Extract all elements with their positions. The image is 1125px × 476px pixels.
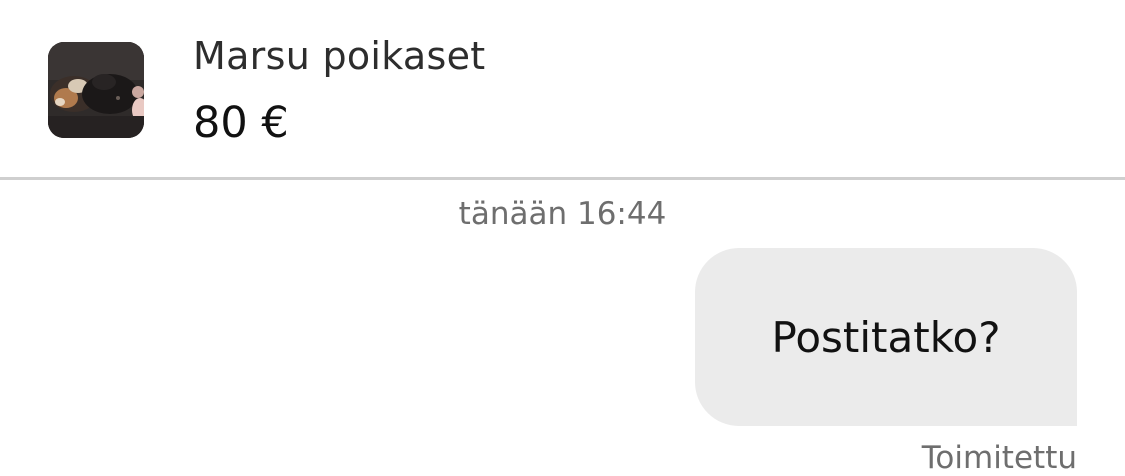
listing-title[interactable]: Marsu poikaset bbox=[193, 34, 485, 78]
message-timestamp: tänään 16:44 bbox=[458, 196, 667, 232]
delivery-status: Toimitettu bbox=[921, 440, 1077, 476]
listing-thumbnail[interactable] bbox=[48, 42, 144, 138]
listing-header[interactable]: Marsu poikaset 80 € bbox=[0, 0, 1125, 178]
header-divider bbox=[0, 177, 1125, 180]
guinea-pig-photo-icon bbox=[48, 42, 144, 138]
outgoing-message-bubble[interactable]: Postitatko? bbox=[695, 248, 1077, 426]
message-text: Postitatko? bbox=[771, 312, 1001, 362]
listing-price: 80 € bbox=[193, 98, 289, 148]
